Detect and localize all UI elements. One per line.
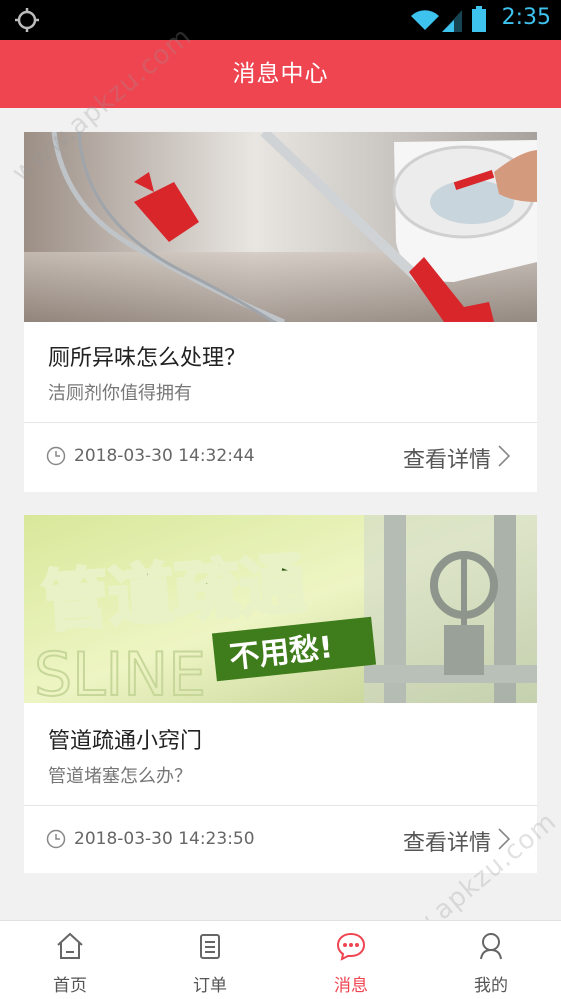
order-icon [200, 934, 220, 959]
message-card[interactable]: SLINE 管道疏通 不用愁! 管道疏通小窍门 管道堵塞怎么办？ 2018-03… [24, 515, 537, 873]
profile-icon [480, 933, 502, 960]
header: 消息中心 [0, 40, 561, 108]
tab-orders[interactable]: 订单 [140, 921, 280, 999]
status-time: 2:35 [501, 5, 551, 30]
message-title: 厕所异味怎么处理？ [48, 346, 247, 371]
bottom-tab-bar: 首页 订单 消息 我的 [0, 920, 561, 999]
page-title: 消息中心 [232, 61, 329, 87]
divider [24, 805, 537, 806]
banner-bg-text: SLINE [34, 640, 206, 703]
home-icon [57, 932, 83, 959]
message-subtitle: 洁厕剂你值得拥有 [48, 383, 192, 404]
tab-label: 订单 [193, 976, 227, 996]
message-icon [336, 932, 366, 961]
tab-home[interactable]: 首页 [0, 921, 140, 999]
chevron-right-icon [498, 828, 511, 850]
wifi-icon [411, 10, 439, 30]
view-details-link[interactable]: 查看详情 [403, 825, 491, 857]
tab-profile[interactable]: 我的 [421, 921, 561, 999]
clock-icon [46, 829, 66, 849]
clock-icon [46, 446, 66, 466]
tab-label: 首页 [53, 976, 87, 996]
battery-icon [472, 6, 486, 32]
view-details-link[interactable]: 查看详情 [403, 442, 491, 474]
divider [24, 422, 537, 423]
message-image [24, 132, 537, 322]
tab-messages[interactable]: 消息 [281, 921, 421, 999]
tab-label: 我的 [474, 976, 508, 996]
message-date: 2018-03-30 14:23:50 [74, 829, 255, 849]
chevron-right-icon [498, 445, 511, 467]
message-date: 2018-03-30 14:32:44 [74, 446, 255, 466]
message-card[interactable]: 厕所异味怎么处理？ 洁厕剂你值得拥有 2018-03-30 14:32:44 查… [24, 132, 537, 492]
message-image: SLINE 管道疏通 不用愁! [24, 515, 537, 703]
gps-icon [15, 8, 39, 32]
message-subtitle: 管道堵塞怎么办？ [48, 766, 192, 787]
signal-icon [442, 10, 462, 32]
tab-label: 消息 [334, 976, 368, 996]
message-title: 管道疏通小窍门 [48, 729, 203, 754]
status-bar: 2:35 [0, 0, 561, 40]
